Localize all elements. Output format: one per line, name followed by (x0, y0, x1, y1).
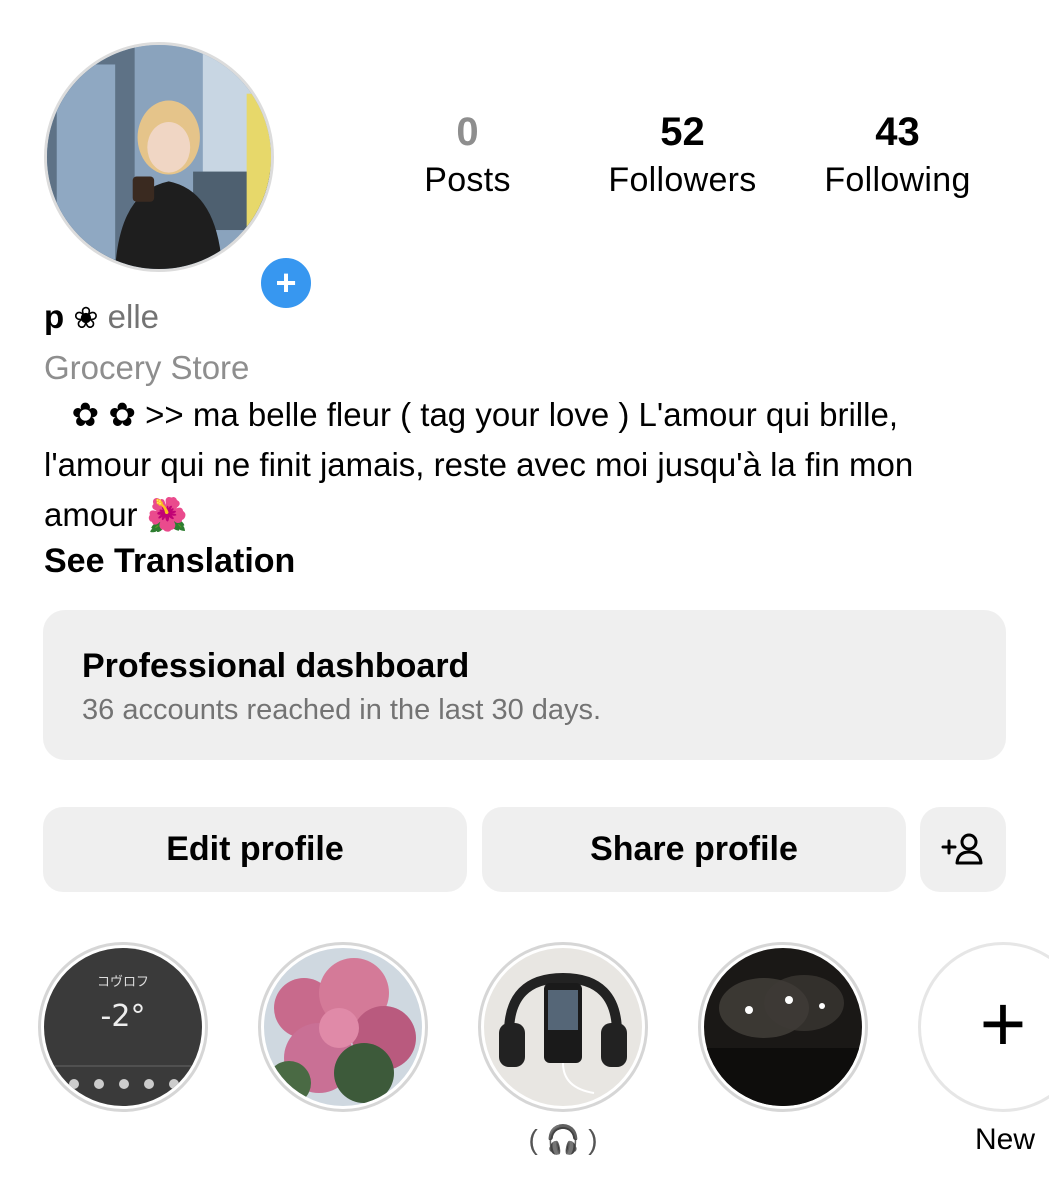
edit-profile-button[interactable]: Edit profile (43, 807, 467, 892)
plus-icon: + (275, 262, 297, 303)
weather-city: コヴロフ (97, 974, 149, 990)
profile-name: p ❀ elle (44, 296, 159, 340)
dashboard-title: Professional dashboard (82, 647, 470, 685)
following-count: 43 (875, 110, 920, 154)
highlight-headphones-thumbnail (484, 948, 642, 1106)
new-highlight-label: New (974, 1123, 1035, 1156)
highlight-4[interactable] (698, 942, 868, 1112)
followers-label: Followers (608, 161, 757, 199)
highlight-3[interactable] (478, 942, 648, 1112)
profile-avatar[interactable]: + (44, 42, 317, 314)
highlight-1[interactable]: コヴロフ -2° (38, 942, 208, 1112)
followers-count: 52 (660, 110, 705, 154)
profile-category: Grocery Store (44, 349, 250, 386)
name-initial: p (44, 298, 65, 335)
following-label: Following (824, 161, 971, 199)
share-profile-button[interactable]: Share profile (482, 807, 906, 892)
weather-temp: -2° (101, 999, 146, 1034)
posts-label: Posts (424, 161, 511, 199)
name-rest: elle (107, 298, 160, 335)
flower-icon: ❀ (73, 302, 99, 335)
professional-dashboard[interactable]: Professional dashboard 36 accounts reach… (43, 610, 1006, 760)
posts-count: 0 (456, 110, 479, 154)
add-story-button[interactable]: + (255, 252, 317, 314)
highlight-2[interactable] (258, 942, 428, 1112)
stat-following[interactable]: 43 Following (805, 108, 990, 204)
profile-page: + 0 Posts 52 Followers 43 Following p ❀ … (0, 0, 1049, 1200)
profile-bio: ✿ ✿ >> ma belle fleur ( tag your love ) … (44, 396, 923, 533)
new-highlight-button[interactable]: + (918, 942, 1049, 1112)
stat-followers[interactable]: 52 Followers (590, 108, 775, 204)
see-translation-link[interactable]: See Translation (44, 540, 295, 582)
discover-people-button[interactable] (920, 807, 1006, 892)
stat-posts[interactable]: 0 Posts (400, 108, 535, 204)
highlight-flowers-thumbnail (264, 948, 422, 1106)
avatar (44, 42, 274, 272)
add-person-icon (941, 833, 983, 864)
highlight-lights-thumbnail (704, 948, 862, 1106)
highlight-label: ( 🎧 ) (528, 1124, 598, 1155)
plus-icon: + (979, 979, 1027, 1068)
highlight-weather-thumbnail: コヴロフ -2° (44, 948, 202, 1106)
dashboard-subtitle: 36 accounts reached in the last 30 days. (82, 694, 602, 726)
